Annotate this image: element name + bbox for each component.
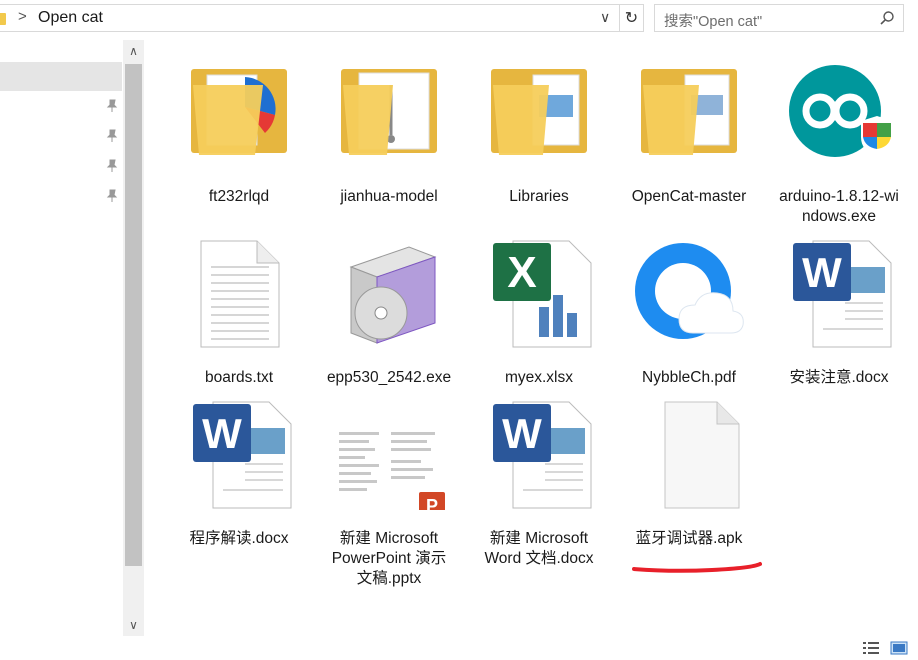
installer-box-icon: [349, 246, 437, 344]
file-name: jianhua-model: [340, 188, 438, 205]
svg-text:X: X: [507, 248, 536, 297]
file-name: ft232rlqd: [208, 188, 270, 205]
file-name: 安装注意.docx: [789, 369, 889, 386]
details-view-icon[interactable]: [862, 640, 880, 656]
svg-text:W: W: [802, 249, 842, 296]
file-name: myex.xlsx: [504, 369, 574, 386]
qq-browser-pdf-icon: [635, 243, 744, 339]
word-file-icon: W: [493, 401, 592, 509]
file-name: 新建 Microsoft Word 文档.docx: [484, 530, 594, 567]
refresh-button[interactable]: ↻: [620, 4, 644, 32]
nav-scrollbar[interactable]: ∧ ∨: [123, 40, 144, 636]
pin-icon[interactable]: [106, 159, 118, 173]
svg-text:P: P: [426, 496, 438, 510]
folder-icon: [641, 69, 737, 155]
folder-icon: [341, 69, 437, 155]
file-name: boards.txt: [204, 369, 274, 386]
word-file-icon: W: [193, 401, 292, 509]
scroll-thumb[interactable]: [125, 64, 142, 566]
file-name: 蓝牙调试器.apk: [635, 530, 743, 547]
file-name: NybbleCh.pdf: [642, 369, 736, 386]
search-placeholder: 搜索"Open cat": [664, 14, 763, 30]
file-name: arduino-1.8.12-wi ndows.exe: [779, 188, 899, 225]
word-file-icon: W: [793, 240, 892, 348]
red-underline-annotation: [632, 562, 762, 573]
folder-icon: [0, 13, 6, 25]
excel-file-icon: X: [493, 240, 592, 348]
search-icon[interactable]: [879, 10, 895, 26]
scroll-down-button[interactable]: ∨: [123, 614, 144, 636]
file-name: OpenCat-master: [631, 188, 747, 205]
nav-item-selected[interactable]: [0, 62, 122, 91]
powerpoint-file-icon: P: [339, 432, 445, 510]
svg-text:W: W: [502, 410, 542, 457]
large-icons-view-icon[interactable]: [890, 640, 908, 656]
search-input[interactable]: 搜索"Open cat": [654, 4, 904, 32]
address-bar[interactable]: > Open cat ∨: [0, 4, 620, 32]
pin-icon[interactable]: [106, 189, 118, 203]
scroll-up-button[interactable]: ∧: [123, 40, 144, 62]
file-name: Libraries: [509, 188, 569, 205]
chevron-down-icon[interactable]: ∨: [600, 9, 610, 26]
file-name: epp530_2542.exe: [326, 369, 452, 386]
text-file-icon: [200, 240, 280, 348]
svg-text:W: W: [202, 410, 242, 457]
breadcrumb-current[interactable]: Open cat: [38, 9, 103, 27]
pin-icon[interactable]: [106, 99, 118, 113]
arduino-installer-icon: [789, 65, 893, 157]
pin-icon[interactable]: [106, 129, 118, 143]
breadcrumb-chevron[interactable]: >: [18, 8, 27, 25]
blank-file-icon: [664, 401, 740, 509]
folder-icon: [191, 69, 287, 155]
file-name: 新建 Microsoft PowerPoint 演示 文稿.pptx: [331, 530, 447, 587]
folder-icon: [491, 69, 587, 155]
file-name: 程序解读.docx: [189, 530, 289, 547]
